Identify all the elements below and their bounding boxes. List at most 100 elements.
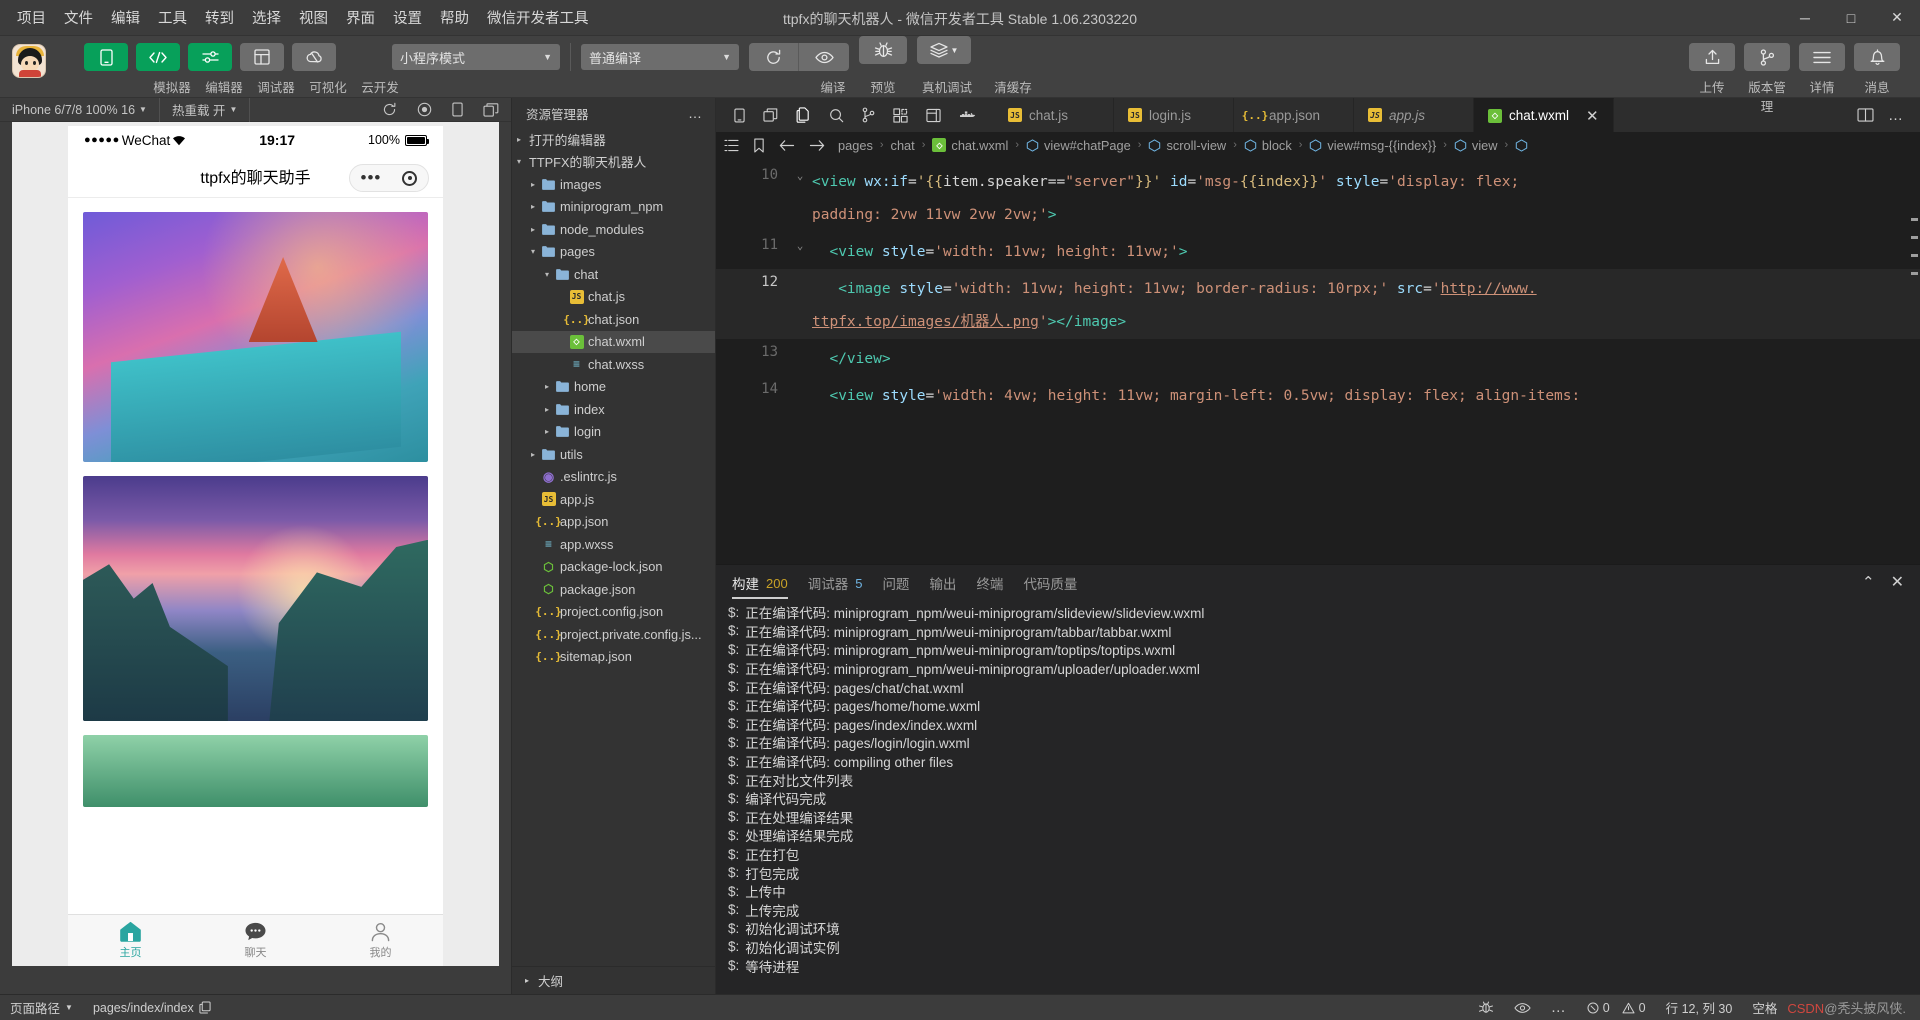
menu-item-file[interactable]: 文件: [55, 3, 102, 32]
code-lines[interactable]: 10 ⌄ <view wx:if='{{item.speaker=="server"…: [716, 158, 1920, 413]
panel-log-output[interactable]: $: 正在编译代码: miniprogram_npm/weui-miniprogr…: [716, 599, 1920, 994]
tab-profile[interactable]: 我的: [318, 915, 443, 966]
menu-item-select[interactable]: 选择: [243, 3, 290, 32]
editor-tab-app-js[interactable]: JS app.js: [1354, 98, 1474, 132]
chat-image-message[interactable]: [83, 212, 428, 462]
cloud-dev-toggle-button[interactable]: [292, 43, 336, 71]
tree-item-index[interactable]: ▸ index: [512, 398, 715, 421]
file-tree[interactable]: ▸ 打开的编辑器 ▾ TTPFX的聊天机器人 ▸ images ▸ miniprogr…: [512, 128, 715, 966]
minimize-button[interactable]: ─: [1782, 0, 1828, 36]
copy-icon[interactable]: [199, 1001, 211, 1014]
encoding-indicator[interactable]: 空格: [1742, 995, 1787, 1020]
menu-item-tools[interactable]: 工具: [149, 3, 196, 32]
panel-tab-输出[interactable]: 输出: [929, 565, 956, 599]
tree-item-app-json[interactable]: {..} app.json: [512, 511, 715, 534]
branch-icon[interactable]: [862, 107, 875, 123]
breadcrumb-item[interactable]: view#chatPage: [1026, 138, 1131, 153]
editor-tab-chat-wxml[interactable]: ◇ chat.wxml ✕: [1474, 98, 1614, 132]
breadcrumb-item[interactable]: chat: [891, 138, 915, 153]
messages-button[interactable]: [1854, 43, 1900, 71]
clear-cache-button[interactable]: ▼: [917, 36, 971, 64]
breadcrumb-item[interactable]: scroll-view: [1148, 138, 1226, 153]
outline-icon[interactable]: [724, 139, 739, 152]
tree-item-app-js[interactable]: JS app.js: [512, 488, 715, 511]
tree-item-project-config-json[interactable]: {..} project.config.json: [512, 601, 715, 624]
tree-item-utils[interactable]: ▸ utils: [512, 443, 715, 466]
menu-item-devtools[interactable]: 微信开发者工具: [478, 3, 598, 32]
breadcrumb-item[interactable]: ◇ chat.wxml: [932, 138, 1008, 153]
compile-button[interactable]: [749, 43, 799, 71]
status-debug-button[interactable]: [1468, 995, 1504, 1020]
mode-select[interactable]: 小程序模式 ▼: [392, 44, 560, 70]
outline-section[interactable]: ▸ 大纲: [512, 966, 715, 994]
close-icon[interactable]: ✕: [1891, 572, 1904, 592]
tree-section-project[interactable]: ▾ TTPFX的聊天机器人: [512, 151, 715, 174]
device-select[interactable]: iPhone 6/7/8 100% 16 ▼: [0, 97, 160, 122]
tree-item-chat-js[interactable]: JS chat.js: [512, 286, 715, 309]
search-icon[interactable]: [829, 108, 844, 123]
phone-icon[interactable]: [734, 108, 745, 123]
tree-item--eslintrc-js[interactable]: ◉ .eslintrc.js: [512, 466, 715, 489]
panel-tab-终端[interactable]: 终端: [976, 565, 1003, 599]
bookmark-icon[interactable]: [753, 137, 765, 153]
tree-item-images[interactable]: ▸ images: [512, 173, 715, 196]
tree-item-package-lock-json[interactable]: ⬡ package-lock.json: [512, 556, 715, 579]
page-path-select[interactable]: 页面路径 ▼: [0, 995, 83, 1020]
breadcrumb-item[interactable]: [1515, 138, 1533, 152]
status-eye-button[interactable]: [1504, 995, 1541, 1020]
code-line[interactable]: 12 <image style='width: 11vw; height: 11…: [716, 269, 1920, 339]
panel-tab-问题[interactable]: 问题: [882, 565, 909, 599]
debugger-toggle-button[interactable]: [188, 43, 232, 71]
tree-item-home[interactable]: ▸ home: [512, 376, 715, 399]
extensions-icon[interactable]: [893, 107, 908, 123]
menu-item-view[interactable]: 视图: [290, 3, 337, 32]
panel-tabs[interactable]: 构建 200 调试器 5 问题 输出 终端 代码质量 ⌃ ✕: [716, 565, 1920, 599]
breadcrumb-item[interactable]: pages: [838, 138, 873, 153]
tree-item-sitemap-json[interactable]: {..} sitemap.json: [512, 646, 715, 669]
fold-icon[interactable]: [788, 269, 812, 276]
chevron-up-icon[interactable]: ⌃: [1862, 573, 1875, 591]
tree-item-chat-wxml[interactable]: ◇ chat.wxml: [512, 330, 715, 353]
file-tree-body[interactable]: ▸ images ▸ miniprogram_npm ▸ node_modules ▾ pag…: [512, 173, 715, 668]
fold-icon[interactable]: [788, 376, 812, 383]
breadcrumb-item[interactable]: view: [1454, 138, 1498, 153]
window-icon[interactable]: [763, 108, 778, 122]
code-line[interactable]: 14 <view style='width: 4vw; height: 11vw…: [716, 376, 1920, 413]
tree-item-package-json[interactable]: ⬡ package.json: [512, 578, 715, 601]
version-control-button[interactable]: [1744, 43, 1790, 71]
breadcrumb-item[interactable]: view#msg-{{index}}: [1309, 138, 1436, 153]
code-editor[interactable]: 10 ⌄ <view wx:if='{{item.speaker=="server"…: [716, 158, 1920, 564]
code-line[interactable]: 13 </view>: [716, 339, 1920, 376]
tree-item-chat-wxss[interactable]: ≡ chat.wxss: [512, 353, 715, 376]
simulator-toggle-button[interactable]: [84, 43, 128, 71]
simulator-record-button[interactable]: [407, 98, 442, 122]
chat-image-message[interactable]: [83, 476, 428, 721]
chat-image-message[interactable]: [83, 735, 428, 807]
tree-item-miniprogram-npm[interactable]: ▸ miniprogram_npm: [512, 196, 715, 219]
simulator-multiscreen-button[interactable]: [473, 98, 511, 122]
cursor-position[interactable]: 行 12, 列 30: [1656, 995, 1743, 1020]
code-line[interactable]: 10 ⌄ <view wx:if='{{item.speaker=="server"…: [716, 162, 1920, 232]
capsule-button[interactable]: •••: [349, 164, 429, 192]
files-icon[interactable]: [796, 107, 811, 123]
preview-button[interactable]: [799, 43, 849, 71]
real-device-debug-button[interactable]: [859, 36, 907, 64]
tree-item-login[interactable]: ▸ login: [512, 421, 715, 444]
panel-tab-调试器[interactable]: 调试器 5: [808, 565, 863, 599]
status-problems[interactable]: 0 0: [1577, 995, 1656, 1020]
docker-icon[interactable]: [959, 108, 976, 122]
code-line[interactable]: 11 ⌄ <view style='width: 11vw; height: 11…: [716, 232, 1920, 269]
menu-item-ui[interactable]: 界面: [337, 3, 384, 32]
tree-item-chat-json[interactable]: {..} chat.json: [512, 308, 715, 331]
simulator-rotate-button[interactable]: [442, 98, 473, 122]
back-icon[interactable]: [779, 139, 795, 152]
details-button[interactable]: [1799, 43, 1845, 71]
menu-item-help[interactable]: 帮助: [431, 3, 478, 32]
simulator-refresh-button[interactable]: [372, 98, 407, 122]
debug-icon[interactable]: [926, 108, 941, 123]
breadcrumb-items[interactable]: pages › chat › ◇ chat.wxml › view#chatPage › scro…: [838, 138, 1533, 153]
avatar[interactable]: [12, 44, 46, 78]
forward-icon[interactable]: [809, 139, 825, 152]
status-more-button[interactable]: …: [1541, 995, 1577, 1020]
chat-scroll-view[interactable]: [68, 198, 443, 914]
